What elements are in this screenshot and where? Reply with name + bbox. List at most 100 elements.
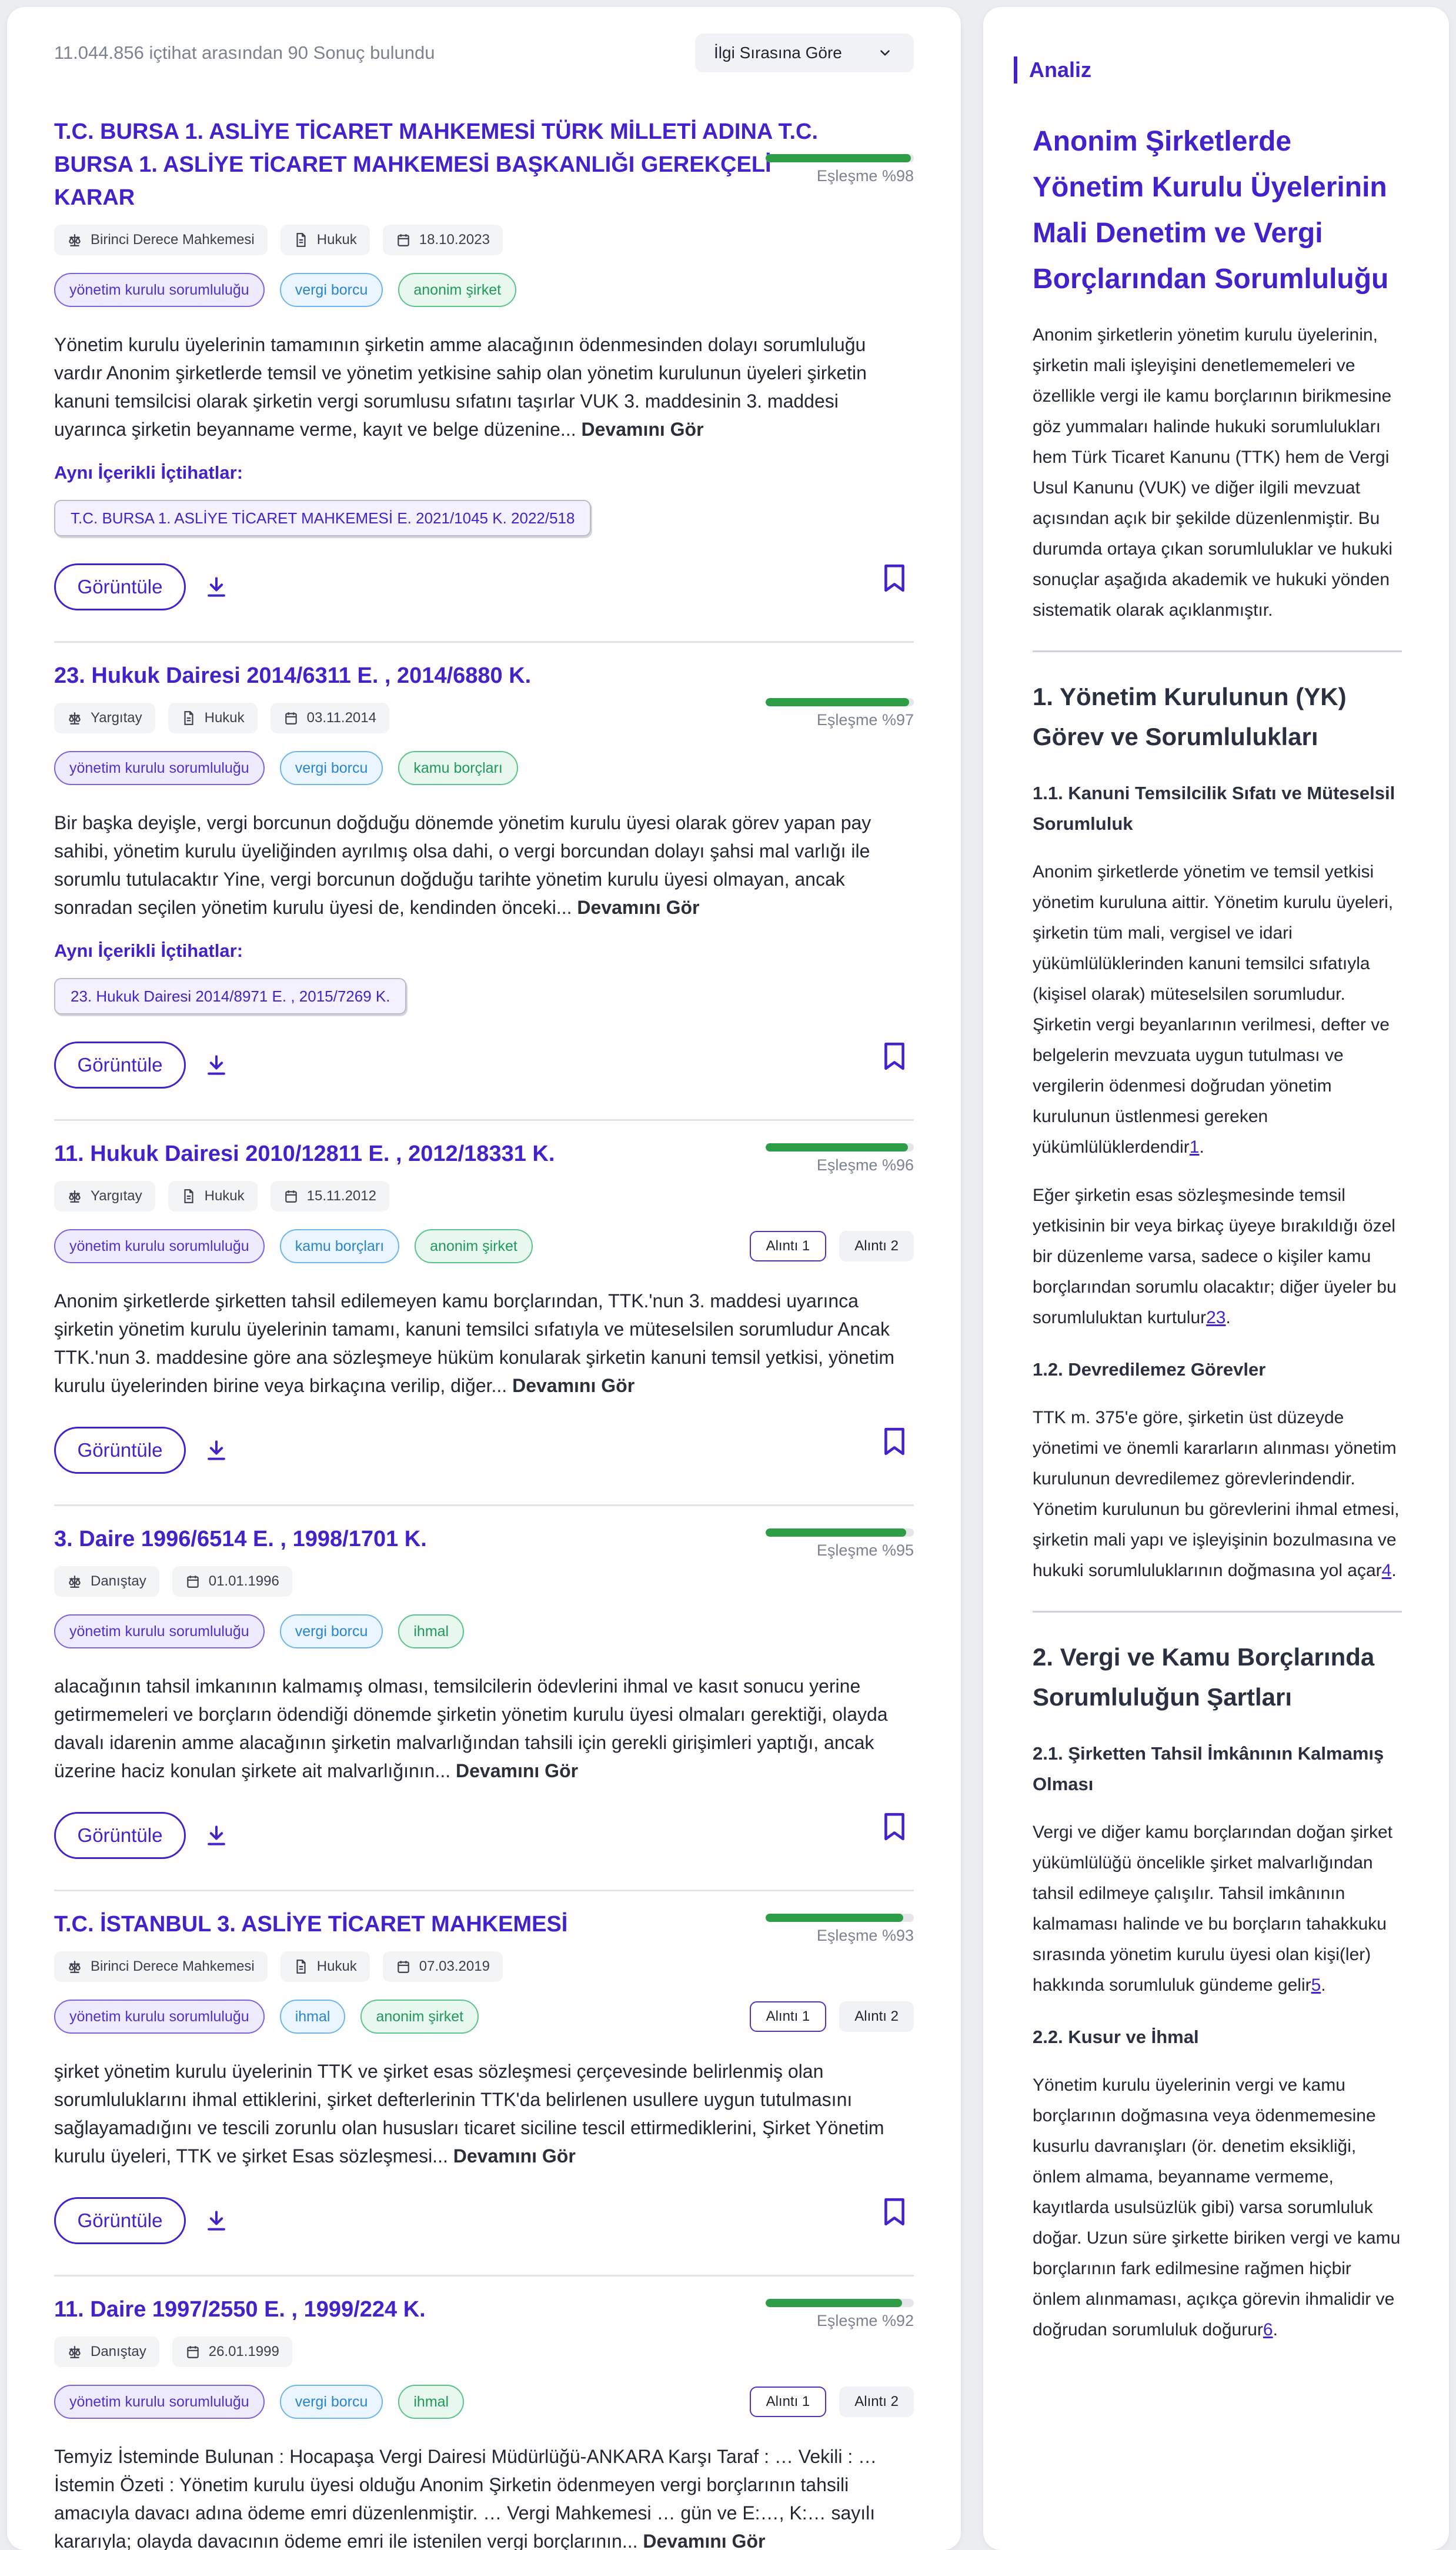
court-chip: Birinci Derece Mahkemesi bbox=[54, 1951, 268, 1982]
match-bar bbox=[766, 1528, 907, 1537]
view-button[interactable]: Görüntüle bbox=[54, 1812, 186, 1859]
type-chip: Hukuk bbox=[280, 225, 370, 255]
download-icon[interactable] bbox=[203, 2208, 229, 2234]
result-item: T.C. BURSA 1. ASLİYE TİCARET MAHKEMESİ T… bbox=[54, 99, 914, 643]
court-label: Birinci Derece Mahkemesi bbox=[91, 1958, 255, 1974]
read-more-link[interactable]: Devamını Gör bbox=[577, 897, 699, 918]
date-chip: 01.01.1996 bbox=[172, 1566, 292, 1597]
tag[interactable]: yönetim kurulu sorumluluğu bbox=[54, 1614, 265, 1648]
tag[interactable]: ihmal bbox=[398, 1614, 465, 1648]
court-label: Yargıtay bbox=[91, 710, 142, 726]
result-title[interactable]: 3. Daire 1996/6514 E. , 1998/1701 K. bbox=[54, 1523, 854, 1556]
quote-2-button[interactable]: Alıntı 2 bbox=[839, 2387, 914, 2417]
tag[interactable]: yönetim kurulu sorumluluğu bbox=[54, 2000, 265, 2034]
match-indicator: Eşleşme %92 bbox=[766, 2299, 914, 2330]
tag[interactable]: yönetim kurulu sorumluluğu bbox=[54, 2385, 265, 2419]
tag[interactable]: vergi borcu bbox=[279, 2385, 383, 2419]
result-title[interactable]: 11. Hukuk Dairesi 2010/12811 E. , 2012/1… bbox=[54, 1137, 854, 1170]
section-1-1-paragraph: Anonim şirketlerde yönetim ve temsil yet… bbox=[1033, 862, 1394, 1157]
quote-2-button[interactable]: Alıntı 2 bbox=[839, 1231, 914, 1261]
result-title[interactable]: 11. Daire 1997/2550 E. , 1999/224 K. bbox=[54, 2293, 854, 2326]
view-button[interactable]: Görüntüle bbox=[54, 2197, 186, 2244]
date-chip: 15.11.2012 bbox=[270, 1181, 389, 1211]
tag[interactable]: kamu borçları bbox=[279, 1229, 400, 1263]
footnote-link[interactable]: 4 bbox=[1382, 1561, 1392, 1580]
tags-row: yönetim kurulu sorumluluğu vergi borcu a… bbox=[54, 273, 914, 307]
same-content-link[interactable]: T.C. BURSA 1. ASLİYE TİCARET MAHKEMESİ E… bbox=[54, 500, 592, 536]
same-content-heading: Aynı İçerikli İçtihatlar: bbox=[54, 940, 243, 961]
sort-dropdown[interactable]: İlgi Sırasına Göre bbox=[695, 34, 914, 72]
tag[interactable]: yönetim kurulu sorumluluğu bbox=[54, 1229, 265, 1263]
type-chip: Hukuk bbox=[280, 1951, 370, 1982]
tag[interactable]: anonim şirket bbox=[415, 1229, 533, 1263]
footnote-link[interactable]: 6 bbox=[1263, 2320, 1273, 2339]
result-title[interactable]: T.C. BURSA 1. ASLİYE TİCARET MAHKEMESİ T… bbox=[54, 115, 854, 214]
bookmark-icon[interactable] bbox=[882, 563, 907, 593]
download-icon[interactable] bbox=[203, 1823, 229, 1848]
date-label: 15.11.2012 bbox=[306, 1188, 376, 1204]
tag[interactable]: ihmal bbox=[279, 2000, 346, 2034]
quote-buttons: Alıntı 1 Alıntı 2 bbox=[749, 1231, 914, 1261]
tag[interactable]: vergi borcu bbox=[279, 751, 383, 785]
analysis-intro: Anonim şirketlerin yönetim kurulu üyeler… bbox=[1033, 325, 1392, 620]
quote-2-button[interactable]: Alıntı 2 bbox=[839, 2001, 914, 2032]
date-chip: 26.01.1999 bbox=[172, 2337, 292, 2367]
bookmark-icon[interactable] bbox=[882, 1427, 907, 1456]
type-label: Hukuk bbox=[316, 232, 357, 248]
download-icon[interactable] bbox=[203, 1437, 229, 1463]
read-more-link[interactable]: Devamını Gör bbox=[581, 419, 703, 440]
footnote-link[interactable]: 5 bbox=[1311, 1975, 1321, 1995]
result-snippet: Temyiz İsteminde Bulunan : Hocapaşa Verg… bbox=[54, 2442, 914, 2550]
read-more-link[interactable]: Devamını Gör bbox=[456, 1760, 578, 1781]
tag[interactable]: kamu borçları bbox=[398, 751, 518, 785]
footnote-link[interactable]: 23 bbox=[1206, 1308, 1225, 1327]
result-title[interactable]: 23. Hukuk Dairesi 2014/6311 E. , 2014/68… bbox=[54, 659, 854, 692]
download-icon[interactable] bbox=[203, 574, 229, 600]
court-label: Birinci Derece Mahkemesi bbox=[91, 232, 255, 248]
quote-1-button[interactable]: Alıntı 1 bbox=[749, 2387, 827, 2417]
tag[interactable]: yönetim kurulu sorumluluğu bbox=[54, 273, 265, 307]
result-title[interactable]: T.C. İSTANBUL 3. ASLİYE TİCARET MAHKEMES… bbox=[54, 1908, 854, 1941]
scale-icon bbox=[69, 2346, 81, 2358]
view-button[interactable]: Görüntüle bbox=[54, 1042, 186, 1089]
tag[interactable]: anonim şirket bbox=[398, 273, 517, 307]
tag[interactable]: anonim şirket bbox=[360, 2000, 479, 2034]
court-chip: Birinci Derece Mahkemesi bbox=[54, 225, 268, 255]
quote-1-button[interactable]: Alıntı 1 bbox=[749, 1231, 827, 1261]
footnote-link[interactable]: 1 bbox=[1190, 1137, 1200, 1157]
analysis-tab[interactable]: Analiz bbox=[1014, 56, 1402, 84]
view-button[interactable]: Görüntüle bbox=[54, 563, 186, 610]
date-chip: 03.11.2014 bbox=[270, 703, 389, 733]
calendar-icon bbox=[285, 1190, 297, 1203]
read-more-link[interactable]: Devamını Gör bbox=[453, 2145, 576, 2167]
section-2-2-paragraph: Yönetim kurulu üyelerinin vergi ve kamu … bbox=[1033, 2075, 1401, 2339]
match-bar bbox=[766, 1914, 904, 1922]
bookmark-icon[interactable] bbox=[882, 2197, 907, 2227]
match-indicator: Eşleşme %93 bbox=[766, 1914, 914, 1945]
result-actions: Görüntüle bbox=[54, 1427, 914, 1474]
tag[interactable]: vergi borcu bbox=[279, 273, 383, 307]
tag[interactable]: vergi borcu bbox=[279, 1614, 383, 1648]
view-button[interactable]: Görüntüle bbox=[54, 1427, 186, 1474]
same-content-link[interactable]: 23. Hukuk Dairesi 2014/8971 E. , 2015/72… bbox=[54, 978, 407, 1014]
tag[interactable]: ihmal bbox=[398, 2385, 465, 2419]
match-indicator: Eşleşme %98 bbox=[766, 154, 914, 185]
download-icon[interactable] bbox=[203, 1052, 229, 1078]
results-header: 11.044.856 içtihat arasından 90 Sonuç bu… bbox=[54, 7, 914, 99]
result-item: 11. Hukuk Dairesi 2010/12811 E. , 2012/1… bbox=[54, 1121, 914, 1506]
read-more-link[interactable]: Devamını Gör bbox=[512, 1375, 635, 1396]
result-actions: Görüntüle bbox=[54, 1042, 914, 1089]
bookmark-icon[interactable] bbox=[882, 1812, 907, 1841]
section-1-2-heading: 1.2. Devredilemez Görevler bbox=[1033, 1359, 1266, 1380]
tag[interactable]: yönetim kurulu sorumluluğu bbox=[54, 751, 265, 785]
document-icon bbox=[296, 1960, 306, 1974]
match-indicator: Eşleşme %96 bbox=[766, 1143, 914, 1174]
bookmark-icon[interactable] bbox=[882, 1042, 907, 1071]
divider bbox=[1033, 650, 1402, 652]
result-actions: Görüntüle bbox=[54, 563, 914, 610]
read-more-link[interactable]: Devamını Gör bbox=[643, 2531, 765, 2550]
result-meta: Yargıtay Hukuk 15.11.2012 bbox=[54, 1181, 914, 1211]
quote-1-button[interactable]: Alıntı 1 bbox=[749, 2001, 827, 2032]
result-item: T.C. İSTANBUL 3. ASLİYE TİCARET MAHKEMES… bbox=[54, 1891, 914, 2277]
sort-dropdown-value: İlgi Sırasına Göre bbox=[714, 44, 842, 62]
